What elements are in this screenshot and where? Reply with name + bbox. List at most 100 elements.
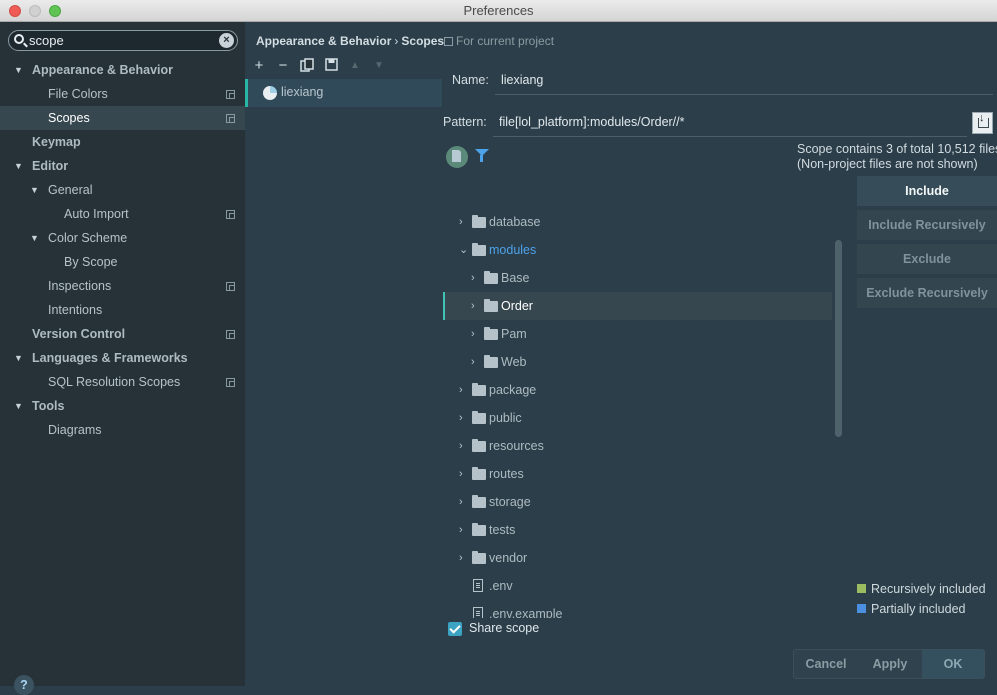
copy-scope-icon[interactable] (299, 58, 315, 74)
sidebar-item[interactable]: Auto Import (0, 202, 245, 226)
file-tree-row[interactable]: › tests (443, 516, 832, 544)
folder-icon (484, 299, 498, 312)
tree-toggle-icon[interactable]: ⌄ (459, 236, 468, 264)
scope-name: liexiang (281, 85, 324, 99)
name-field[interactable]: liexiang (501, 73, 543, 87)
exclude-recursively-button[interactable]: Exclude Recursively (857, 278, 997, 308)
file-tree-label: storage (489, 495, 531, 509)
exclude-button[interactable]: Exclude (857, 244, 997, 274)
file-tree-row[interactable]: .env (443, 572, 832, 600)
search-input[interactable] (29, 32, 219, 49)
tree-toggle-icon[interactable]: › (459, 488, 463, 516)
sidebar-item[interactable]: Diagrams (0, 418, 245, 442)
legend-swatch (857, 604, 866, 613)
file-tree-scrollbar[interactable] (835, 240, 842, 437)
sidebar-item-label: File Colors (48, 87, 108, 101)
tree-toggle-icon[interactable]: › (459, 516, 463, 544)
file-tree-row[interactable]: › database (443, 208, 832, 236)
sidebar-item[interactable]: ▼ Appearance & Behavior (0, 58, 245, 82)
expand-arrow-icon[interactable]: ▼ (14, 58, 23, 82)
title-bar: Preferences (0, 0, 997, 22)
file-tree-row[interactable]: › package (443, 376, 832, 404)
filter-icon[interactable] (475, 149, 489, 162)
window-title: Preferences (463, 3, 534, 18)
tree-toggle-icon[interactable]: › (471, 264, 475, 292)
sidebar-item[interactable]: ▼ Editor (0, 154, 245, 178)
file-tree-row[interactable]: ⌄ modules (443, 236, 832, 264)
scope-icon (263, 86, 277, 100)
file-tree-row[interactable]: › public (443, 404, 832, 432)
file-tree-label: Pam (501, 327, 527, 341)
apply-button[interactable]: Apply (858, 650, 922, 678)
save-scope-icon[interactable] (323, 58, 339, 74)
file-tree-row[interactable]: › vendor (443, 544, 832, 572)
tree-toggle-icon[interactable]: › (471, 320, 475, 348)
clear-search-icon[interactable]: × (219, 33, 234, 48)
expand-arrow-icon[interactable]: ▼ (14, 394, 23, 418)
file-tree-label: public (489, 411, 522, 425)
project-settings-icon (226, 114, 235, 123)
file-tree-row[interactable]: › Web (443, 348, 832, 376)
file-tree[interactable]: › database ⌄ modules › Base › Order › Pam › Web › pac… (443, 188, 832, 618)
sidebar-item[interactable]: By Scope (0, 250, 245, 274)
zoom-window-button[interactable] (49, 5, 61, 17)
tree-toggle-icon[interactable]: › (459, 376, 463, 404)
tree-toggle-icon[interactable]: › (459, 544, 463, 572)
expand-pattern-button[interactable] (972, 112, 993, 134)
file-tree-label: database (489, 215, 541, 229)
sidebar-item[interactable]: File Colors (0, 82, 245, 106)
sidebar-item-label: Inspections (48, 279, 112, 293)
file-tree-label: resources (489, 439, 544, 453)
sidebar-item[interactable]: ▼ Tools (0, 394, 245, 418)
close-window-button[interactable] (9, 5, 21, 17)
file-tree-row[interactable]: › Order (443, 292, 832, 320)
include-button[interactable]: Include (857, 176, 997, 206)
ok-button[interactable]: OK (922, 650, 984, 678)
sidebar-item-label: Version Control (32, 327, 126, 341)
expand-arrow-icon[interactable]: ▼ (30, 178, 39, 202)
sidebar-item[interactable]: ▼ General (0, 178, 245, 202)
show-project-files-icon[interactable] (446, 146, 468, 168)
pattern-field[interactable]: file[lol_platform]:modules/Order//* (499, 115, 685, 129)
file-tree-row[interactable]: › routes (443, 460, 832, 488)
move-up-button[interactable]: ▲ (347, 58, 363, 74)
add-scope-button[interactable]: + (251, 58, 267, 74)
help-button[interactable]: ? (14, 675, 34, 695)
minimize-window-button[interactable] (29, 5, 41, 17)
sidebar-item[interactable]: Intentions (0, 298, 245, 322)
folder-icon (472, 439, 486, 452)
folder-icon (472, 411, 486, 424)
file-tree-row[interactable]: › Base (443, 264, 832, 292)
cancel-button[interactable]: Cancel (794, 650, 858, 678)
sidebar-item-label: Intentions (48, 303, 103, 317)
tree-toggle-icon[interactable]: › (459, 432, 463, 460)
remove-scope-button[interactable]: − (275, 58, 291, 74)
legend-item: Recursively included (857, 582, 986, 596)
tree-toggle-icon[interactable]: › (471, 292, 475, 320)
expand-arrow-icon[interactable]: ▼ (14, 154, 23, 178)
sidebar-item[interactable]: ▼ Languages & Frameworks (0, 346, 245, 370)
tree-toggle-icon[interactable]: › (459, 208, 463, 236)
search-icon (14, 34, 24, 44)
file-tree-row[interactable]: › Pam (443, 320, 832, 348)
scope-list-item[interactable]: liexiang (245, 79, 442, 107)
sidebar-item[interactable]: SQL Resolution Scopes (0, 370, 245, 394)
move-down-button[interactable]: ▼ (371, 58, 387, 74)
share-scope-checkbox[interactable] (448, 622, 462, 636)
project-settings-icon (226, 90, 235, 99)
file-tree-row[interactable]: .env.example (443, 600, 832, 618)
expand-arrow-icon[interactable]: ▼ (30, 226, 39, 250)
sidebar-item[interactable]: Keymap (0, 130, 245, 154)
sidebar-item[interactable]: Inspections (0, 274, 245, 298)
sidebar-item[interactable]: Version Control (0, 322, 245, 346)
expand-arrow-icon[interactable]: ▼ (14, 346, 23, 370)
tree-toggle-icon[interactable]: › (459, 404, 463, 432)
sidebar-item[interactable]: ▼ Color Scheme (0, 226, 245, 250)
tree-toggle-icon[interactable]: › (471, 348, 475, 376)
tree-toggle-icon[interactable]: › (459, 460, 463, 488)
file-tree-row[interactable]: › storage (443, 488, 832, 516)
breadcrumb-item: Scopes (401, 34, 445, 48)
sidebar-item[interactable]: Scopes (0, 106, 245, 130)
include-recursively-button[interactable]: Include Recursively (857, 210, 997, 240)
file-tree-row[interactable]: › resources (443, 432, 832, 460)
